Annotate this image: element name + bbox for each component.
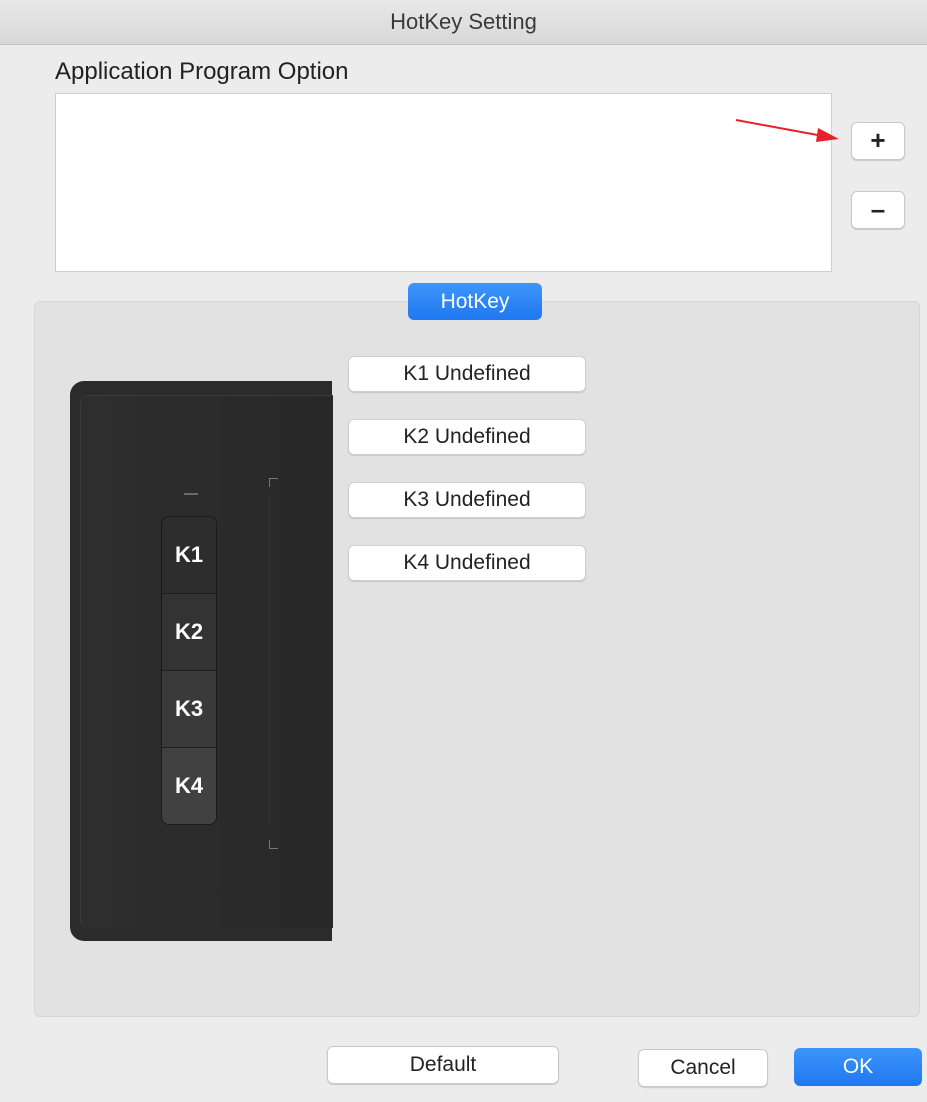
active-area-corner-bottom (269, 840, 278, 849)
indicator-light (184, 493, 198, 495)
k3-setting-button[interactable]: K3 Undefined (348, 482, 586, 518)
window-title: HotKey Setting (0, 0, 927, 45)
k4-setting-button[interactable]: K4 Undefined (348, 545, 586, 581)
k1-setting-button[interactable]: K1 Undefined (348, 356, 586, 392)
app-option-label: Application Program Option (55, 58, 349, 85)
tab-hotkey[interactable]: HotKey (408, 283, 542, 320)
default-button[interactable]: Default (327, 1046, 559, 1084)
tablet-illustration: K1 K2 K3 K4 (70, 381, 333, 941)
device-key-k4: K4 (162, 748, 216, 824)
ok-button[interactable]: OK (794, 1048, 922, 1086)
add-application-button[interactable]: + (851, 122, 905, 160)
device-key-k2: K2 (162, 594, 216, 671)
tablet-surface: K1 K2 K3 K4 (80, 395, 333, 928)
cancel-button[interactable]: Cancel (638, 1049, 768, 1087)
active-area-edge (269, 496, 270, 826)
express-key-strip: K1 K2 K3 K4 (161, 516, 217, 825)
active-area-corner-top (269, 478, 278, 487)
k2-setting-button[interactable]: K2 Undefined (348, 419, 586, 455)
device-key-k3: K3 (162, 671, 216, 748)
device-key-k1: K1 (162, 517, 216, 594)
remove-application-button[interactable]: – (851, 191, 905, 229)
application-list[interactable] (55, 93, 832, 272)
